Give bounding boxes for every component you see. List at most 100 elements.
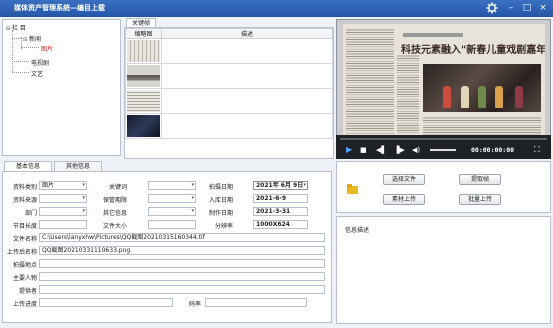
tree-guide <box>12 61 29 62</box>
upload-material-label: 素材上传 <box>391 196 416 203</box>
provider-label: 提供者 <box>18 288 37 295</box>
table-header-row: 缩略图 描述 <box>125 28 333 39</box>
video-thumbnail <box>127 115 160 137</box>
person-label: 主要人物 <box>12 275 37 282</box>
category-tree: ⊟ 栏 目 ⊟ 新闻 图片 电视剧 文艺 <box>2 19 121 156</box>
volume-slider[interactable] <box>430 149 456 151</box>
type-select[interactable]: 图片 <box>39 181 87 190</box>
media-player-controls: ▶ ■ ◀▌ ▐▶ ◀) 00:00:00:00 ⛶ <box>336 135 551 159</box>
column-header-thumbnail: 缩略图 <box>125 28 162 39</box>
info-description-panel: 信息描述 <box>336 216 551 324</box>
tab-basic-info[interactable]: 基本信息 <box>4 161 52 171</box>
thumbnail-cell <box>125 63 162 89</box>
volume-icon[interactable]: ◀) <box>412 145 420 155</box>
made-date-label: 制作日期 <box>208 210 233 217</box>
tree-item-news-label: 新闻 <box>29 36 42 43</box>
tree-root[interactable]: ⊟ 栏 目 <box>6 23 26 32</box>
step-forward-icon[interactable]: ▐▶ <box>394 145 405 155</box>
department-select[interactable] <box>39 207 87 216</box>
other-info-label: 其它信息 <box>102 210 127 217</box>
masthead-strip <box>403 33 463 37</box>
location-field[interactable] <box>39 259 325 268</box>
keyword-label: 关键词 <box>108 184 127 191</box>
filename-label: 文件名称 <box>12 236 37 243</box>
tree-guide <box>21 47 39 48</box>
performer-figure <box>515 86 523 108</box>
tree-item-arts[interactable]: 文艺 <box>31 69 43 78</box>
tree-item-pictures-label: 图片 <box>41 46 54 53</box>
metadata-form: 资料类别 图片 关键词 拍摄日期 2021年 6月 9日 资料来源 保管期限 入… <box>2 171 332 323</box>
choose-file-button[interactable]: 选择文件 <box>383 174 425 185</box>
thumbnail-cell <box>125 88 162 114</box>
filename-field[interactable]: C:\Users\lanyxhw\Pictures\QQ截图2021031516… <box>39 233 325 242</box>
tab-keyframes-label: 关键帧 <box>131 20 150 27</box>
stop-icon[interactable]: ■ <box>360 145 367 155</box>
table-row[interactable] <box>125 113 333 139</box>
info-description-text[interactable] <box>345 234 543 318</box>
settings-gear-icon[interactable] <box>486 2 498 14</box>
shoot-date-label: 拍摄日期 <box>208 184 233 191</box>
performer-figure <box>461 86 469 108</box>
tree-item-arts-label: 文艺 <box>31 71 44 78</box>
description-cell[interactable] <box>161 38 333 64</box>
window-title: 媒体资产管理系统—编目上载 <box>14 4 105 12</box>
retention-label: 保管期限 <box>102 197 127 204</box>
title-bar: 媒体资产管理系统—编目上载 – □ × <box>0 0 553 17</box>
other-info-select[interactable] <box>148 207 196 216</box>
tree-item-news[interactable]: ⊟ 新闻 <box>23 34 41 43</box>
newspaper-thumbnail <box>127 90 160 112</box>
description-cell[interactable] <box>161 113 333 139</box>
extract-frame-label: 提取帧 <box>470 176 489 183</box>
storage-date-field[interactable]: 2021-6-9 <box>253 194 308 203</box>
action-panel: 选择文件 提取帧 素材上传 批量上传 <box>336 161 551 213</box>
upload-material-button[interactable]: 素材上传 <box>383 194 425 205</box>
bitrate-field[interactable] <box>205 298 307 307</box>
upload-name-field[interactable]: QQ截图20210331110633.png <box>39 246 325 255</box>
table-row[interactable] <box>125 88 333 114</box>
made-date-value: 2021-3-31 <box>256 208 291 215</box>
made-date-field[interactable]: 2021-3-31 <box>253 207 308 216</box>
bitrate-label: 码率 <box>188 301 201 308</box>
minimize-icon[interactable]: – <box>505 2 517 14</box>
fullscreen-icon[interactable]: ⛶ <box>534 145 540 155</box>
table-row[interactable] <box>125 63 333 89</box>
resolution-field[interactable]: 1000X624 <box>253 220 308 229</box>
upload-progress-label: 上传进度 <box>12 301 37 308</box>
tab-other-info[interactable]: 其他信息 <box>54 161 102 171</box>
description-cell[interactable] <box>161 63 333 89</box>
tree-item-tv-label: 电视剧 <box>31 60 50 67</box>
maximize-icon[interactable]: □ <box>521 2 533 14</box>
provider-field[interactable] <box>39 285 325 294</box>
tree-item-tv[interactable]: 电视剧 <box>31 58 49 67</box>
batch-upload-label: 批量上传 <box>467 196 492 203</box>
department-label: 部门 <box>24 210 37 217</box>
upload-name-value: QQ截图20210331110633.png <box>42 247 131 254</box>
tree-item-pictures[interactable]: 图片 <box>41 44 53 53</box>
extract-frame-button[interactable]: 提取帧 <box>459 174 501 185</box>
description-cell[interactable] <box>161 88 333 114</box>
shoot-date-picker[interactable]: 2021年 6月 9日 <box>253 181 308 190</box>
filesize-field[interactable] <box>148 220 196 229</box>
type-select-value: 图片 <box>42 182 55 189</box>
performer-figure <box>443 86 451 108</box>
source-select[interactable] <box>39 194 87 203</box>
newspaper-image: 科技元素融入"新春儿童戏剧嘉年华" <box>343 24 545 152</box>
length-field[interactable] <box>39 220 87 229</box>
batch-upload-button[interactable]: 批量上传 <box>459 194 501 205</box>
step-back-icon[interactable]: ◀▌ <box>376 145 387 155</box>
source-label: 资料来源 <box>12 197 37 204</box>
choose-file-label: 选择文件 <box>391 176 416 183</box>
filename-value: C:\Users\lanyxhw\Pictures\QQ截图2021031516… <box>42 234 205 241</box>
storage-date-value: 2021-6-9 <box>256 195 287 202</box>
table-row[interactable] <box>125 38 333 64</box>
keyword-select[interactable] <box>148 181 196 190</box>
keyframe-table: 缩略图 描述 <box>125 28 333 139</box>
close-icon[interactable]: × <box>537 2 549 14</box>
retention-select[interactable] <box>148 194 196 203</box>
resolution-value: 1000X624 <box>256 221 290 228</box>
seek-bar[interactable] <box>340 138 547 140</box>
play-icon[interactable]: ▶ <box>346 145 352 155</box>
thumbnail-cell <box>125 113 162 139</box>
length-label: 节目长度 <box>12 223 37 230</box>
person-field[interactable] <box>39 272 325 281</box>
